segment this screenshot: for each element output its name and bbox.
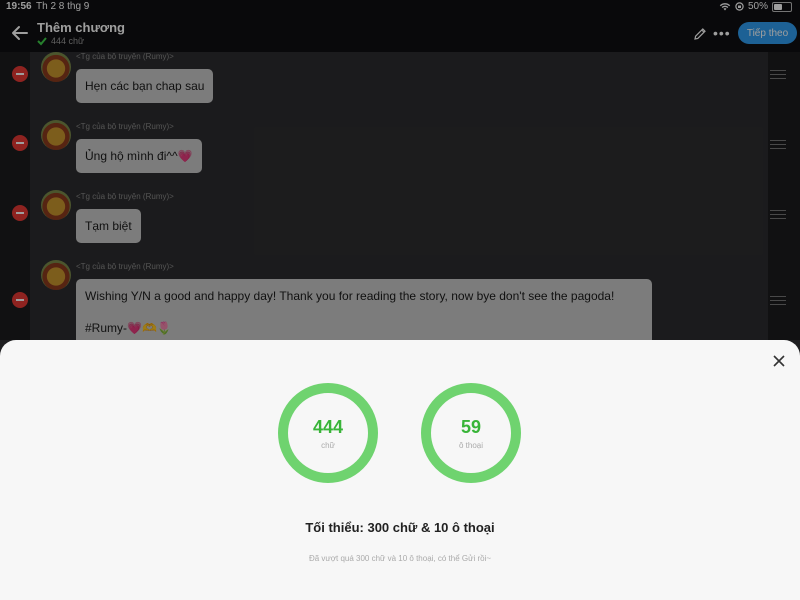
check-icon — [37, 37, 47, 46]
word-count: 444 chữ — [37, 36, 84, 46]
page-title: Thêm chương — [37, 20, 125, 35]
word-count-ring: 444 chữ — [278, 383, 378, 483]
avatar — [41, 120, 71, 150]
remove-icon[interactable] — [12, 66, 28, 82]
drag-handle-icon[interactable] — [770, 296, 786, 308]
sender-name: <Tg của bộ truyện (Rumy)> — [76, 262, 174, 271]
message-bubble[interactable]: Tạm biệt — [76, 209, 141, 243]
top-bar: Thêm chương 444 chữ ••• Tiếp theo — [0, 14, 800, 52]
avatar — [41, 190, 71, 220]
message-bubble[interactable]: Ủng hộ mình đi^^💗 — [76, 139, 202, 173]
battery-percent: 50% — [747, 1, 768, 12]
close-icon[interactable] — [772, 354, 786, 368]
back-arrow-icon[interactable] — [10, 23, 30, 43]
edit-pencil-icon[interactable] — [692, 26, 708, 42]
remove-icon[interactable] — [12, 292, 28, 308]
word-count-label: 444 chữ — [51, 36, 85, 46]
message-bubble[interactable]: Wishing Y/N a good and happy day! Thank … — [76, 279, 652, 340]
message-bubble[interactable]: Hẹn các bạn chap sau — [76, 69, 214, 103]
drag-handle-icon[interactable] — [770, 70, 786, 82]
remove-icon[interactable] — [12, 205, 28, 221]
drag-handle-icon[interactable] — [770, 210, 786, 222]
sender-name: <Tg của bộ truyện (Rumy)> — [76, 192, 174, 201]
next-button[interactable]: Tiếp theo — [738, 22, 797, 44]
remove-icon[interactable] — [12, 135, 28, 151]
status-bar: 19:56 Th 2 8 thg 9 50% — [0, 0, 800, 14]
drag-handle-icon[interactable] — [770, 140, 786, 152]
chat-list[interactable]: <Tg của bộ truyện (Rumy)> Hẹn các bạn ch… — [0, 52, 800, 340]
message-text: Wishing Y/N a good and happy day! Thank … — [85, 289, 615, 303]
more-options-icon[interactable]: ••• — [713, 25, 731, 41]
battery-icon — [772, 1, 792, 12]
wifi-icon — [719, 3, 731, 11]
dialogue-count-unit: ô thoại — [458, 441, 484, 450]
status-date: Th 2 8 thg 9 — [36, 1, 90, 12]
stats-sheet: 444 chữ 59 ô thoại Tối thiểu: 300 chữ & … — [0, 340, 800, 600]
avatar — [41, 52, 71, 82]
sender-name: <Tg của bộ truyện (Rumy)> — [76, 52, 174, 61]
dialogue-count-value: 59 — [460, 417, 482, 437]
requirement-note: Đã vượt quá 300 chữ và 10 ô thoại, có th… — [308, 554, 492, 563]
minimum-requirement: Tối thiểu: 300 chữ & 10 ô thoại — [305, 520, 495, 535]
word-count-value: 444 — [312, 417, 344, 437]
dialogue-count-ring: 59 ô thoại — [421, 383, 521, 483]
sender-name: <Tg của bộ truyện (Rumy)> — [76, 122, 174, 131]
orientation-lock-icon — [735, 2, 744, 11]
avatar — [41, 260, 71, 290]
word-count-unit: chữ — [321, 441, 335, 450]
battery-level — [774, 3, 782, 10]
message-text-signature: #Rumy-💗🫶🌷 — [85, 321, 172, 335]
status-time: 19:56 — [6, 1, 32, 12]
status-icons: 50% — [719, 1, 792, 12]
